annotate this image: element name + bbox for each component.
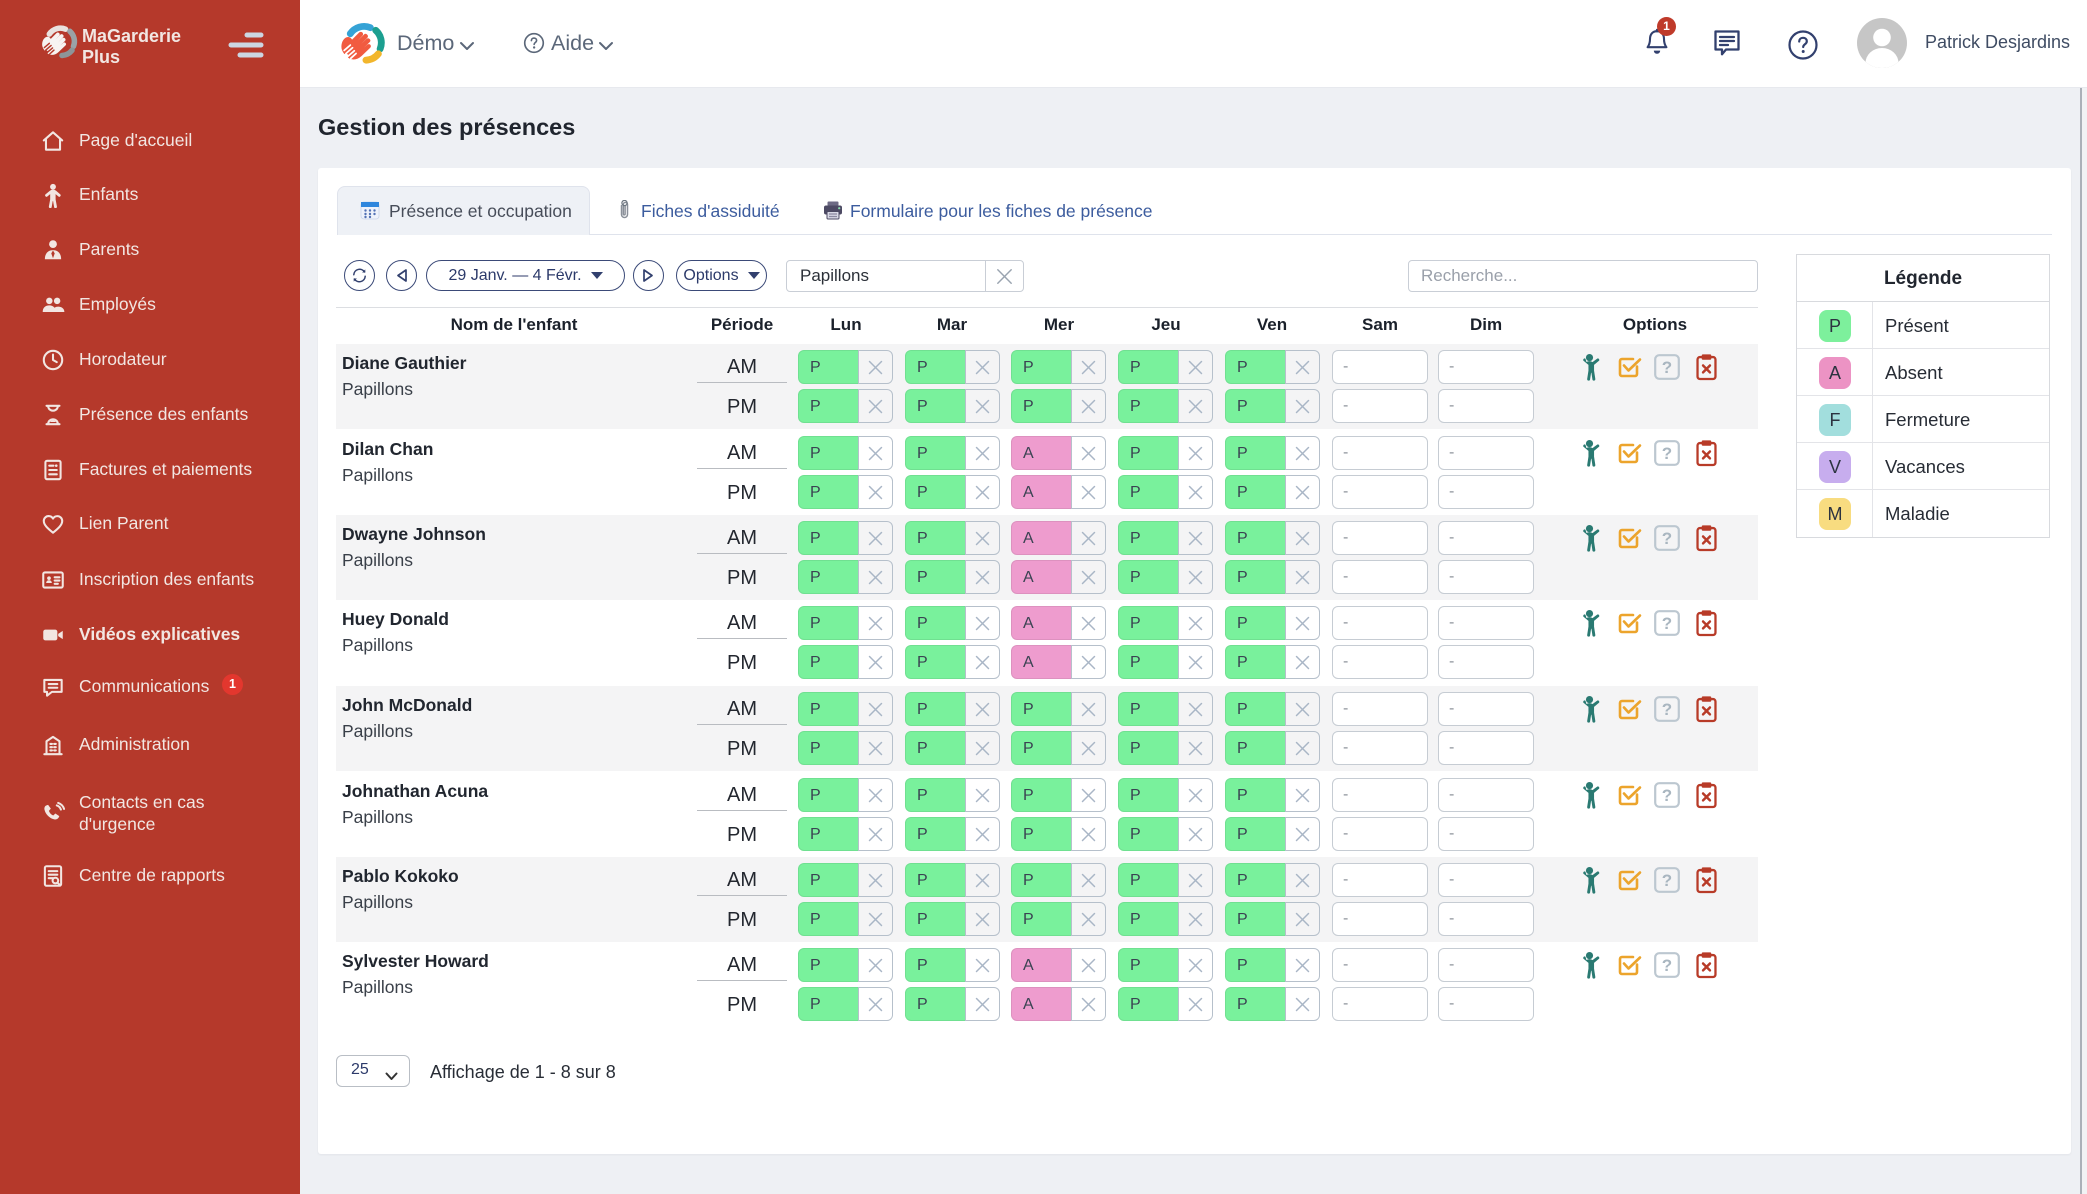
svg-text:?: ?: [1662, 956, 1672, 975]
svg-text:?: ?: [1662, 700, 1672, 719]
svg-text:?: ?: [1662, 358, 1672, 377]
svg-text:?: ?: [1662, 614, 1672, 633]
svg-text:?: ?: [1662, 786, 1672, 805]
svg-text:?: ?: [1662, 871, 1672, 890]
svg-text:?: ?: [1662, 444, 1672, 463]
svg-text:?: ?: [1662, 529, 1672, 548]
